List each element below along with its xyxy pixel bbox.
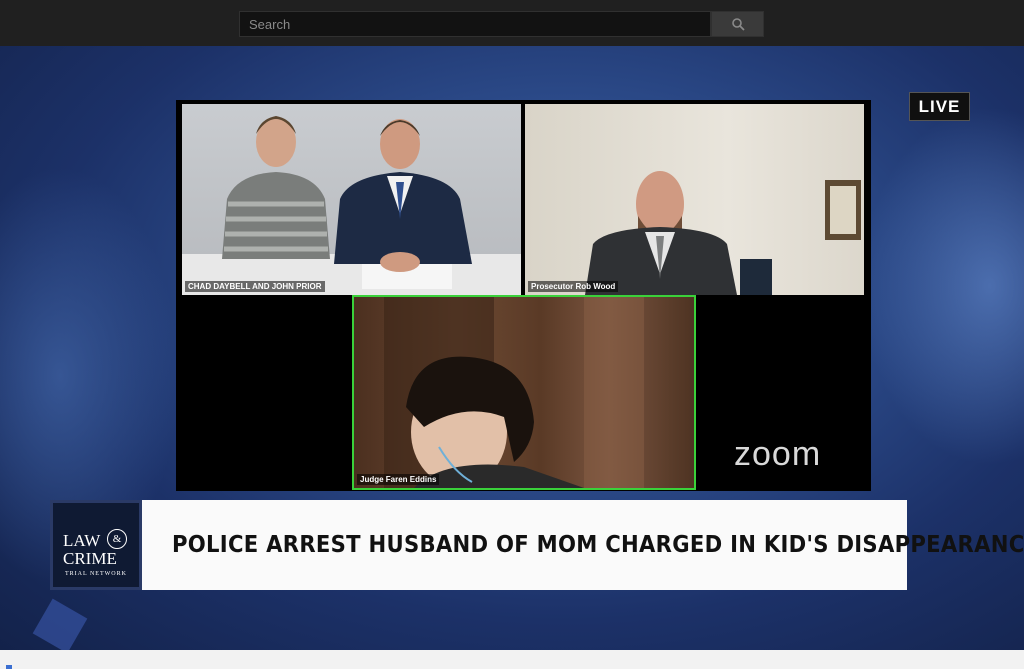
prosecutor-figure [585,171,861,295]
participant-tile-prosecutor: Prosecutor Rob Wood [525,104,864,295]
search-input[interactable]: Search [239,11,711,37]
top-bar: Search [0,0,1024,46]
headline-text: POLICE ARREST HUSBAND OF MOM CHARGED IN … [172,532,1024,558]
defendant-and-attorney-figures [182,116,521,295]
headline-box: POLICE ARREST HUSBAND OF MOM CHARGED IN … [142,500,1024,590]
logo-ampersand: & [107,529,127,549]
zoom-call-window: CHAD DAYBELL AND JOHN PRIOR Prosecutor R… [176,100,871,491]
law-and-crime-logo: LAW & CRIME TRIAL NETWORK [50,500,142,590]
judge-figure [384,297,644,488]
logo-line2: CRIME [63,549,117,568]
search-icon [732,18,745,31]
background-glow [860,106,1024,466]
logo-line1: LAW [63,531,101,550]
live-badge: LIVE [909,92,970,121]
participant-tile-judge: Judge Faren Eddins [352,295,696,490]
search-button[interactable] [711,11,764,37]
decorative-hexagon [32,598,88,650]
participant-label-prosecutor: Prosecutor Rob Wood [528,281,619,292]
logo-line3: TRIAL NETWORK [65,571,127,577]
search-placeholder: Search [249,17,291,32]
participant-label-judge: Judge Faren Eddins [357,474,440,485]
zoom-logo: zoom [734,435,822,473]
participant-tile-defendant: CHAD DAYBELL AND JOHN PRIOR [182,104,521,295]
player-bottom-bar [0,650,1024,669]
lower-third-banner: LAW & CRIME TRIAL NETWORK POLICE ARREST … [50,500,1024,590]
progress-indicator[interactable] [6,665,12,669]
participant-label-defendant: CHAD DAYBELL AND JOHN PRIOR [185,281,325,292]
